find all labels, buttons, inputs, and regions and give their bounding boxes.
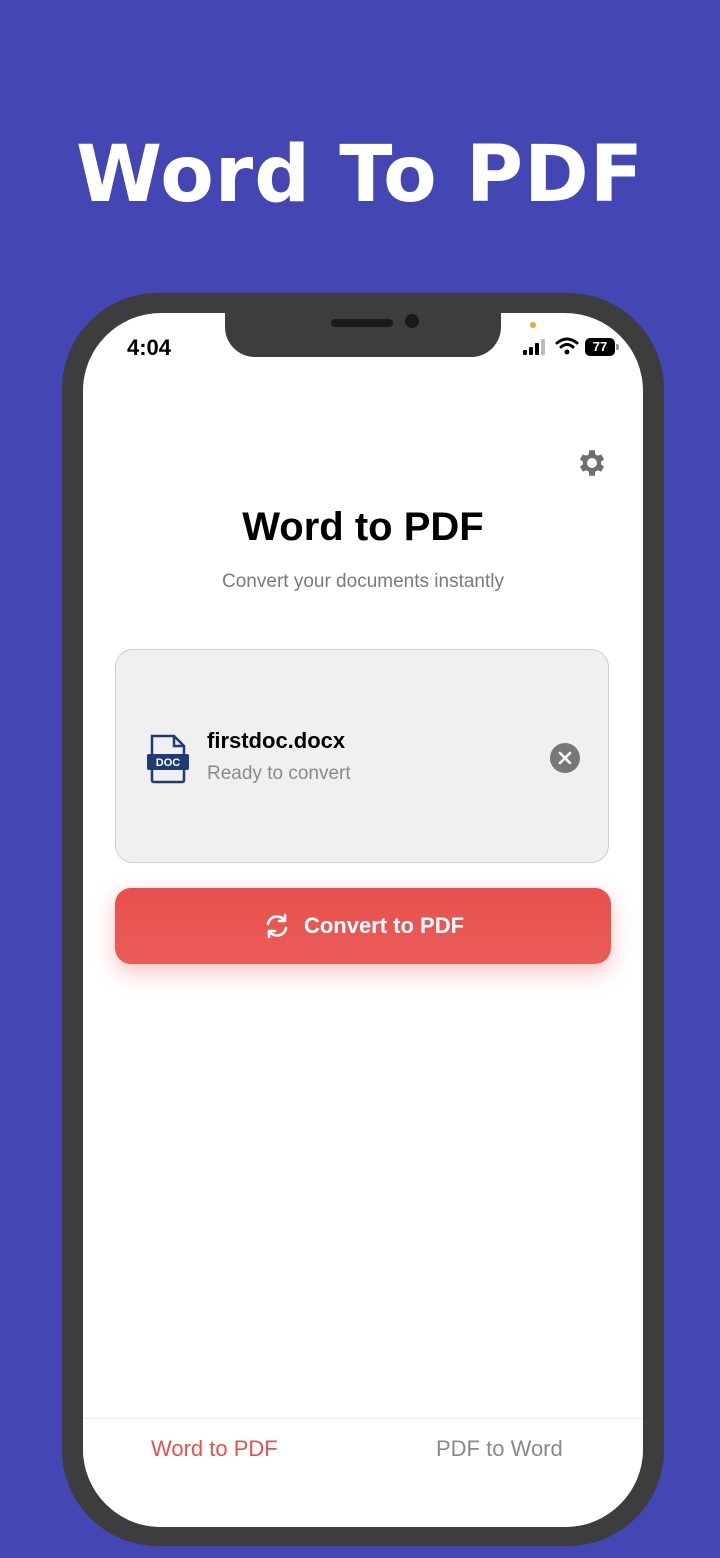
selected-file-card: DOC firstdoc.docx Ready to convert xyxy=(115,649,609,863)
bottom-tab-bar: Word to PDF PDF to Word xyxy=(83,1418,643,1527)
status-icons: 77 xyxy=(523,337,623,357)
tab-pdf-to-word[interactable]: PDF to Word xyxy=(436,1436,563,1462)
file-status: Ready to convert xyxy=(207,763,351,784)
page-title: Word to PDF xyxy=(242,505,484,549)
page-subtitle: Convert your documents instantly xyxy=(222,571,504,592)
close-icon xyxy=(558,751,572,765)
gear-icon[interactable] xyxy=(575,446,609,480)
tab-word-to-pdf[interactable]: Word to PDF xyxy=(151,1436,278,1462)
doc-file-icon: DOC xyxy=(147,734,189,784)
refresh-icon xyxy=(266,913,288,939)
privacy-indicator xyxy=(530,322,536,328)
battery-icon: 77 xyxy=(585,338,615,356)
file-name: firstdoc.docx xyxy=(207,728,346,753)
promo-title: Word To PDF xyxy=(75,130,645,220)
camera xyxy=(405,314,419,328)
wifi-icon xyxy=(555,337,579,355)
app-screen: 4:04 77 Word to PDF Convert your documen… xyxy=(83,313,643,1527)
convert-button[interactable]: Convert to PDF xyxy=(115,888,611,964)
status-time: 4:04 xyxy=(127,335,172,360)
speaker xyxy=(331,319,393,327)
phone-notch xyxy=(225,313,501,357)
convert-button-label: Convert to PDF xyxy=(303,913,465,938)
remove-file-button[interactable] xyxy=(550,743,580,773)
doc-icon-label: DOC xyxy=(156,757,181,769)
phone-frame: 4:04 77 Word to PDF Convert your documen… xyxy=(62,293,664,1546)
battery-cap xyxy=(616,344,619,350)
signal-icon xyxy=(523,339,545,355)
